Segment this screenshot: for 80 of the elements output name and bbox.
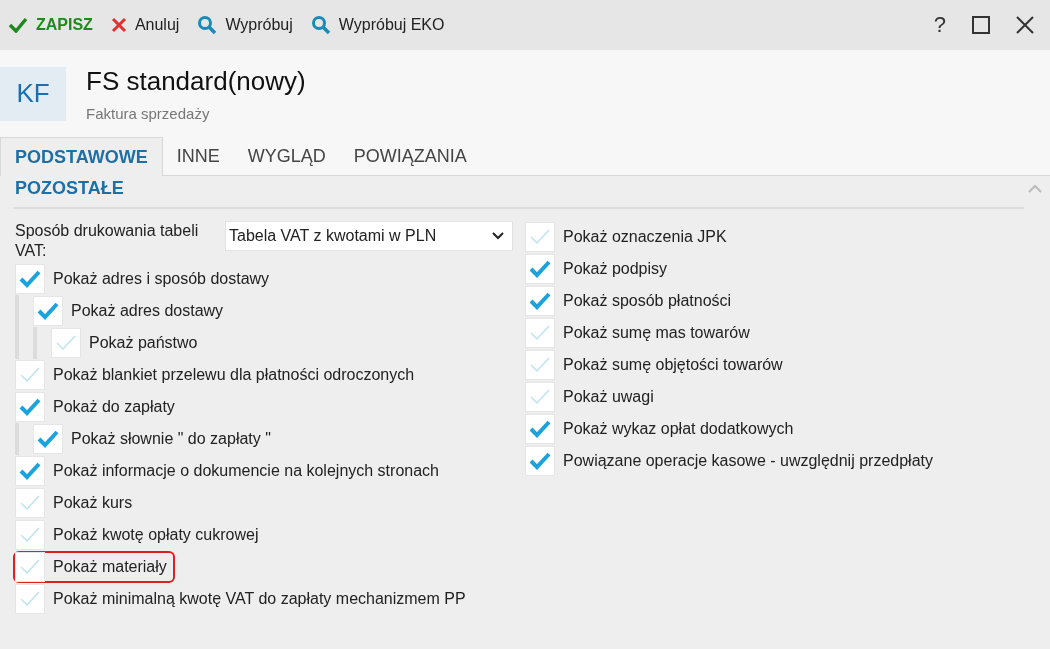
document-title: FS standard(nowy)	[86, 65, 306, 97]
checkmark-icon	[529, 292, 551, 310]
checkbox[interactable]	[33, 296, 63, 326]
faint-checkmark-icon	[19, 494, 41, 512]
search-button[interactable]: Wypróbuj EKO	[310, 15, 445, 35]
checkbox[interactable]	[33, 424, 63, 454]
checkmark-icon	[37, 430, 59, 448]
option-label: Pokaż adres i sposób dostawy	[53, 270, 270, 288]
option-label: Pokaż uwagi	[563, 388, 654, 406]
option-label: Pokaż podpisy	[563, 260, 668, 278]
option-label: Pokaż sumę mas towarów	[563, 324, 750, 342]
search-button[interactable]: Wypróbuj	[197, 15, 293, 35]
option-label: Pokaż oznaczenia JPK	[563, 228, 727, 246]
checkmark-icon	[529, 420, 551, 438]
checkmark-icon	[529, 452, 551, 470]
maximize-icon[interactable]	[972, 16, 990, 34]
dropdown[interactable]: Tabela VAT z kwotami w PLN	[225, 221, 513, 251]
faint-checkmark-icon	[19, 590, 41, 608]
checkbox[interactable]	[525, 414, 555, 444]
option-label: Pokaż wykaz opłat dodatkowych	[563, 420, 794, 438]
faint-checkmark-icon	[529, 228, 551, 246]
option-label: Pokaż materiały	[53, 558, 167, 576]
option-label: Powiązane operacje kasowe - uwzględnij przedpłaty	[563, 452, 933, 470]
faint-checkmark-icon	[19, 526, 41, 544]
checkbox[interactable]	[525, 254, 555, 284]
chevron-up-icon[interactable]	[1028, 184, 1042, 193]
checkbox[interactable]	[15, 552, 45, 582]
checkmark-icon	[19, 398, 41, 416]
checkbox[interactable]	[15, 520, 45, 550]
checkmark-icon	[19, 462, 41, 480]
option-label: Pokaż sposób płatności	[563, 292, 732, 310]
close-icon	[110, 17, 127, 33]
field-label: Sposób drukowania tabeli VAT:	[15, 221, 200, 261]
faint-checkmark-icon	[529, 388, 551, 406]
option-label: Pokaż informacje o dokumencie na kolejnych stronach	[53, 462, 439, 480]
option-label: Pokaż kwotę opłaty cukrowej	[53, 526, 259, 544]
option-label: Pokaż słownie " do zapłaty "	[71, 430, 271, 448]
search-icon	[310, 15, 331, 35]
option-label: Pokaż blankiet przelewu dla płatności odroczonych	[53, 366, 415, 384]
checkbox[interactable]	[15, 392, 45, 422]
faint-checkmark-icon	[529, 324, 551, 342]
tab[interactable]: WYGLĄD	[233, 137, 340, 175]
search-icon	[197, 15, 218, 35]
checkbox[interactable]	[525, 350, 555, 380]
help-button[interactable]: ?	[933, 12, 946, 38]
checkbox[interactable]	[525, 382, 555, 412]
caret-icon	[492, 232, 504, 240]
checkbox[interactable]	[15, 456, 45, 486]
checkbox[interactable]	[525, 222, 555, 252]
cancel-button[interactable]: Anuluj	[110, 16, 180, 34]
checkmark-icon	[8, 17, 28, 33]
faint-checkmark-icon	[55, 334, 77, 352]
tab[interactable]: PODSTAWOWE	[0, 137, 163, 176]
faint-checkmark-icon	[19, 558, 41, 576]
checkmark-icon	[19, 270, 41, 288]
faint-checkmark-icon	[19, 366, 41, 384]
save-button[interactable]: ZAPISZ	[8, 16, 93, 34]
close-icon[interactable]	[1016, 16, 1034, 34]
section-title: POZOSTAŁE	[15, 178, 124, 199]
checkmark-icon	[37, 302, 59, 320]
checkbox[interactable]	[525, 286, 555, 316]
option-label: Pokaż minimalną kwotę VAT do zapłaty mechanizmem PP	[53, 590, 466, 608]
checkbox[interactable]	[15, 488, 45, 518]
option-label: Pokaż sumę objętości towarów	[563, 356, 783, 374]
option-label: Pokaż do zapłaty	[53, 398, 175, 416]
checkbox[interactable]	[15, 584, 45, 614]
option-label: Pokaż adres dostawy	[71, 302, 224, 320]
option-label: Pokaż państwo	[89, 334, 198, 352]
checkbox[interactable]	[525, 446, 555, 476]
checkbox[interactable]	[525, 318, 555, 348]
document-badge: KF	[0, 66, 66, 121]
checkbox[interactable]	[15, 264, 45, 294]
document-subtitle: Faktura sprzedaży	[86, 104, 211, 122]
checkmark-icon	[529, 260, 551, 278]
tab[interactable]: INNE	[162, 137, 234, 175]
faint-checkmark-icon	[529, 356, 551, 374]
option-label: Pokaż kurs	[53, 494, 133, 512]
tab[interactable]: POWIĄZANIA	[339, 137, 481, 175]
checkbox[interactable]	[15, 360, 45, 390]
checkbox[interactable]	[51, 328, 81, 358]
